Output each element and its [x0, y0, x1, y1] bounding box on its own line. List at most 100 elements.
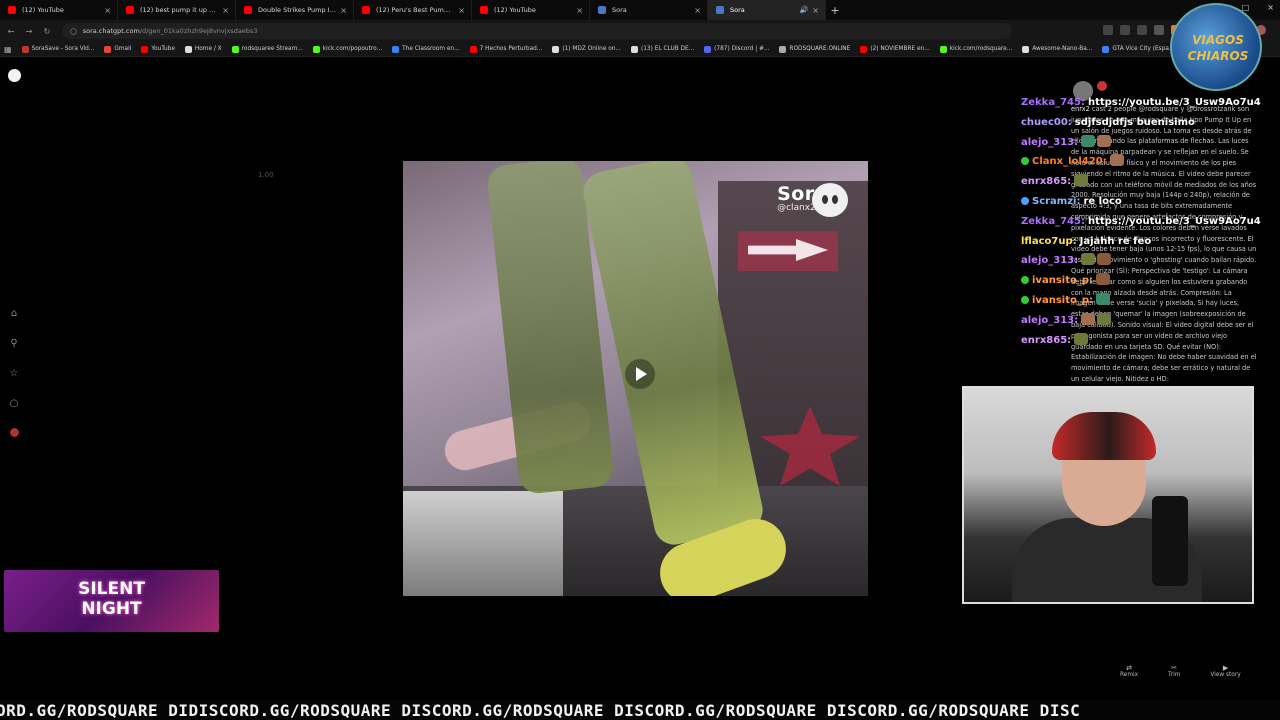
bookmark-item[interactable]: (13) EL CLUB DE... — [630, 45, 695, 53]
chat-username[interactable]: enrx865: — [1021, 335, 1071, 346]
chat-username[interactable]: alejo_313: — [1021, 255, 1078, 266]
playback-speed[interactable]: 1.00 — [258, 171, 274, 179]
search-icon[interactable]: ⚲ — [8, 338, 20, 350]
site-info-icon[interactable]: ◯ — [70, 28, 77, 35]
user-avatar[interactable] — [10, 428, 19, 437]
translate-icon[interactable] — [1137, 25, 1147, 35]
tab-close-icon[interactable]: × — [458, 6, 465, 15]
bookmark-star-icon[interactable] — [1154, 25, 1164, 35]
bookmark-item[interactable]: The Classroom en... — [392, 45, 460, 53]
play-icon[interactable] — [625, 359, 655, 389]
notifications-icon[interactable]: ○ — [8, 398, 20, 410]
browser-tab[interactable]: (12) YouTube × — [472, 0, 590, 20]
bookmark-label: GTA Vice City (Espa... — [1112, 46, 1175, 52]
bookmark-item[interactable]: kick.com/popoutro... — [312, 45, 382, 53]
bookmark-label: The Classroom en... — [402, 46, 460, 52]
browser-tab[interactable]: (12) YouTube × — [0, 0, 118, 20]
chat-badge-icon — [1021, 196, 1029, 205]
bookmark-label: (13) EL CLUB DE... — [640, 46, 695, 52]
remix-icon: ⇄ — [1126, 664, 1132, 672]
tab-title: (12) best pump it up player - Yo — [140, 6, 219, 14]
tab-close-icon[interactable]: × — [812, 6, 819, 15]
browser-tab[interactable]: Sora 🔊 × — [708, 0, 826, 20]
bookmark-item[interactable]: SoraSave - Sora Vid... — [21, 45, 94, 53]
browser-tab[interactable]: (12) Peru's Best Pump It Up Pla× — [354, 0, 472, 20]
tab-close-icon[interactable]: × — [222, 6, 229, 15]
reload-icon[interactable]: ↻ — [40, 27, 54, 36]
ticker-text: ORD.GG/RODSQUARE DIDISCORD.GG/RODSQUARE … — [0, 701, 1081, 720]
video-player[interactable]: Sora @clanx2 — [403, 161, 868, 596]
tab-close-icon[interactable]: × — [340, 6, 347, 15]
remix-button[interactable]: ⇄ Remix — [1120, 664, 1138, 678]
tab-favicon-icon — [480, 6, 488, 14]
chat-username[interactable]: alejo_313: — [1021, 315, 1078, 326]
bookmark-item[interactable]: RODSQUARE.ONLINE — [779, 45, 850, 53]
bookmark-item[interactable]: GTA Vice City (Espa... — [1102, 45, 1175, 53]
bookmark-favicon-icon — [231, 45, 239, 53]
trophy-icon[interactable]: ☆ — [8, 368, 20, 380]
channel-logo-line2: CHIAROS — [1187, 49, 1249, 63]
browser-tab[interactable]: Double Strikes Pump It Up XX × — [236, 0, 354, 20]
bookmark-label: (2) NOVIEMBRE en... — [870, 46, 930, 52]
chat-text: re loco — [1083, 195, 1122, 207]
cast-avatar[interactable] — [1097, 81, 1107, 91]
chat-username[interactable]: Clanx_lol420: — [1032, 156, 1107, 167]
tab-close-icon[interactable]: × — [104, 6, 111, 15]
browser-tab[interactable]: Sora × — [590, 0, 708, 20]
trim-button[interactable]: ✂ Trim — [1168, 664, 1180, 678]
chat-username[interactable]: chuec00: — [1021, 117, 1072, 128]
chat-username[interactable]: Scramzi: — [1032, 196, 1080, 207]
chat-username[interactable]: Zekka_745: — [1021, 97, 1085, 108]
bookmark-favicon-icon — [779, 45, 787, 53]
bookmark-item[interactable]: YouTube — [141, 45, 175, 53]
sora-logo-icon[interactable] — [8, 69, 21, 82]
cast-icon[interactable] — [1103, 25, 1113, 35]
tab-audio-icon[interactable]: 🔊 — [800, 6, 809, 14]
browser-tab[interactable]: (12) best pump it up player - Yo× — [118, 0, 236, 20]
chat-username[interactable]: Zekka_745: — [1021, 216, 1085, 227]
apps-icon[interactable]: ▦ — [4, 45, 12, 54]
chat-emote-icon — [1074, 332, 1089, 345]
bookmark-label: 7 Hechos Perturbad... — [479, 46, 543, 52]
chat-username[interactable]: lflaco7up: — [1021, 236, 1077, 247]
bookmark-favicon-icon — [141, 45, 149, 53]
chat-text: https://youtu.be/3_Usw9Ao7u4 — [1087, 97, 1261, 108]
chat-message: ivansito_p: — [1021, 291, 1261, 311]
new-tab-icon[interactable]: + — [826, 4, 844, 17]
home-icon[interactable]: ⌂ — [8, 308, 20, 320]
banner-line1: SILENT — [78, 579, 145, 599]
bookmark-item[interactable]: Awesome-Nano-Ba... — [1022, 45, 1093, 53]
bookmark-favicon-icon — [312, 45, 320, 53]
close-window-icon[interactable]: × — [1267, 3, 1274, 12]
tab-close-icon[interactable]: × — [576, 6, 583, 15]
bookmark-favicon-icon — [704, 45, 712, 53]
bookmark-item[interactable]: 7 Hechos Perturbad... — [469, 45, 543, 53]
bookmark-favicon-icon — [939, 45, 947, 53]
bookmark-item[interactable]: (2) NOVIEMBRE en... — [860, 45, 930, 53]
bookmark-label: Home / X — [194, 46, 222, 52]
tab-title: Sora — [612, 6, 627, 14]
address-bar[interactable]: ◯ sora.chatgpt.com /d/gen_01ka0zhzh9ej8v… — [62, 23, 1012, 39]
bookmark-item[interactable]: (787) Discord | #... — [704, 45, 769, 53]
bookmark-item[interactable]: Home / X — [184, 45, 222, 53]
chat-username[interactable]: ivansito_p: — [1032, 295, 1093, 306]
forward-icon[interactable]: → — [22, 27, 36, 36]
bookmark-item[interactable]: Gmail — [104, 45, 131, 53]
bookmark-label: Awesome-Nano-Ba... — [1032, 46, 1093, 52]
zoom-icon[interactable] — [1120, 25, 1130, 35]
chat-username[interactable]: ivansito_p: — [1032, 275, 1093, 286]
bookmark-item[interactable]: (1) MDZ Online on... — [552, 45, 621, 53]
tab-title: (12) YouTube — [22, 6, 64, 14]
tab-close-icon[interactable]: × — [694, 6, 701, 15]
bookmark-item[interactable]: rodsquaree Stream... — [231, 45, 303, 53]
bookmark-label: YouTube — [151, 46, 175, 52]
back-icon[interactable]: ← — [4, 27, 18, 36]
chat-username[interactable]: alejo_313: — [1021, 137, 1078, 148]
address-path: /d/gen_01ka0zhzh9ej8vnvjxsdaebs3 — [139, 27, 258, 35]
banner-line2: NIGHT — [81, 599, 142, 619]
view-story-button[interactable]: ▶ View story — [1210, 664, 1240, 678]
view-story-icon: ▶ — [1222, 664, 1229, 672]
bookmark-item[interactable]: kick.com/rodsquare... — [939, 45, 1012, 53]
chat-message: Clanx_lol420: — [1021, 152, 1261, 172]
chat-username[interactable]: enrx865: — [1021, 176, 1071, 187]
